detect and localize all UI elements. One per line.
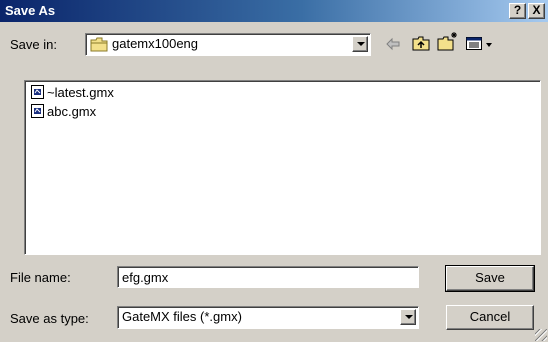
file-name: ~latest.gmx	[47, 84, 114, 100]
resize-grip[interactable]	[535, 329, 547, 341]
back-arrow-icon[interactable]	[385, 37, 401, 51]
file-name: abc.gmx	[47, 103, 97, 119]
folder-icon	[90, 37, 108, 52]
save-button[interactable]: Save	[445, 265, 535, 292]
chevron-down-icon[interactable]	[400, 309, 416, 325]
gmx-file-icon	[31, 85, 44, 99]
up-one-level-icon[interactable]	[412, 35, 430, 51]
file-name-label: File name:	[10, 270, 71, 285]
help-button[interactable]: ?	[509, 3, 526, 19]
save-in-dropdown[interactable]: gatemx100eng	[85, 33, 371, 56]
file-name-value: efg.gmx	[122, 270, 169, 285]
save-as-dialog: Save As ? X Save in: gatemx100eng ~lates…	[0, 0, 548, 342]
new-folder-icon[interactable]	[437, 31, 459, 51]
gmx-file-icon	[31, 104, 44, 118]
save-as-type-dropdown[interactable]: GateMX files (*.gmx)	[117, 306, 419, 329]
save-in-label: Save in:	[10, 37, 57, 52]
file-name-field[interactable]: efg.gmx	[117, 266, 419, 288]
close-button[interactable]: X	[528, 3, 545, 19]
file-list[interactable]: ~latest.gmx abc.gmx	[24, 80, 541, 255]
save-in-value: gatemx100eng	[112, 36, 199, 51]
save-as-type-value: GateMX files (*.gmx)	[122, 309, 242, 324]
view-menu-icon[interactable]	[466, 37, 494, 51]
chevron-down-icon[interactable]	[352, 36, 368, 52]
list-item[interactable]: ~latest.gmx	[31, 84, 114, 100]
title-bar[interactable]: Save As ? X	[0, 0, 548, 22]
save-as-type-label: Save as type:	[10, 311, 89, 326]
window-title: Save As	[5, 3, 56, 18]
cancel-button[interactable]: Cancel	[446, 305, 534, 330]
list-item[interactable]: abc.gmx	[31, 103, 96, 119]
